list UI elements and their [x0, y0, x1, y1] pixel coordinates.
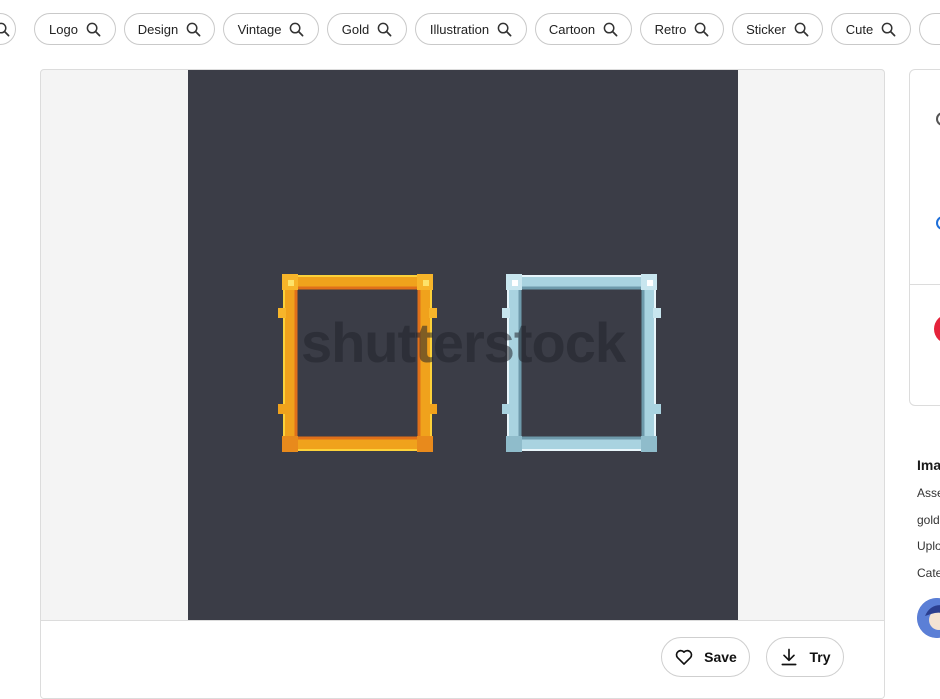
keyword-chip-label: Cute	[845, 21, 874, 37]
avatar-icon	[917, 598, 940, 638]
keyword-chip-label: Vintage	[237, 21, 282, 37]
details-heading: Ima	[917, 457, 940, 473]
keyword-chip-sticker[interactable]: Sticker	[732, 13, 823, 45]
try-button-label: Try	[809, 649, 831, 665]
keyword-chip-design[interactable]: Design	[124, 13, 215, 45]
keyword-chip-partial[interactable]	[0, 13, 16, 45]
preview-action-bar: Save Try	[41, 620, 884, 698]
keyword-chip-bar: Logo Design Vintage Gold Illustration Ca…	[0, 13, 940, 45]
heart-icon	[675, 649, 693, 665]
keyword-chip-cartoon[interactable]: Cartoon	[535, 13, 632, 45]
details-line: Asse	[917, 486, 940, 500]
keyword-chip-retro[interactable]: Retro	[640, 13, 724, 45]
search-icon	[0, 22, 9, 36]
keyword-chip-label: Illustration	[429, 21, 490, 37]
search-icon	[290, 22, 304, 36]
keyword-chip-label: Retro	[654, 21, 687, 37]
keyword-chip-label: Cartoon	[548, 21, 596, 37]
keyword-chip-cute[interactable]: Cute	[831, 13, 911, 45]
search-icon	[186, 22, 201, 36]
details-line: gold	[917, 513, 940, 527]
search-icon	[497, 22, 512, 36]
keyword-chip-illustration[interactable]: Illustration	[415, 13, 527, 45]
preview-image[interactable]: shutterstock	[188, 70, 738, 620]
image-preview-card: shutterstock Save Try	[40, 69, 885, 699]
keyword-chip-label: Sticker	[746, 21, 786, 37]
keyword-chip-overflow[interactable]	[919, 13, 940, 45]
save-button[interactable]: Save	[661, 637, 750, 677]
radio-option-icon[interactable]	[936, 112, 940, 126]
watermark-text: shutterstock	[300, 311, 626, 374]
download-icon	[781, 648, 797, 666]
keyword-chip-vintage[interactable]: Vintage	[223, 13, 319, 45]
search-icon	[377, 22, 392, 36]
keyword-chip-label: Logo	[49, 21, 78, 37]
keyword-chip-label: Design	[137, 21, 179, 37]
search-icon	[603, 22, 618, 36]
divider	[910, 284, 940, 285]
search-icon	[86, 22, 101, 36]
keyword-chip-logo[interactable]: Logo	[34, 13, 116, 45]
try-button[interactable]: Try	[766, 637, 844, 677]
keyword-chip-gold[interactable]: Gold	[327, 13, 407, 45]
radio-option-selected-icon[interactable]	[936, 216, 940, 230]
search-icon	[794, 22, 809, 36]
contributor-avatar[interactable]	[917, 598, 940, 638]
search-icon	[695, 22, 709, 36]
license-options-card	[909, 69, 940, 406]
keyword-chip-label: Gold	[341, 21, 370, 37]
search-icon	[881, 22, 896, 36]
save-button-label: Save	[704, 649, 737, 665]
details-line: Cate	[917, 566, 940, 580]
details-line: Uplo	[917, 539, 940, 553]
download-button-partial[interactable]	[934, 314, 940, 344]
